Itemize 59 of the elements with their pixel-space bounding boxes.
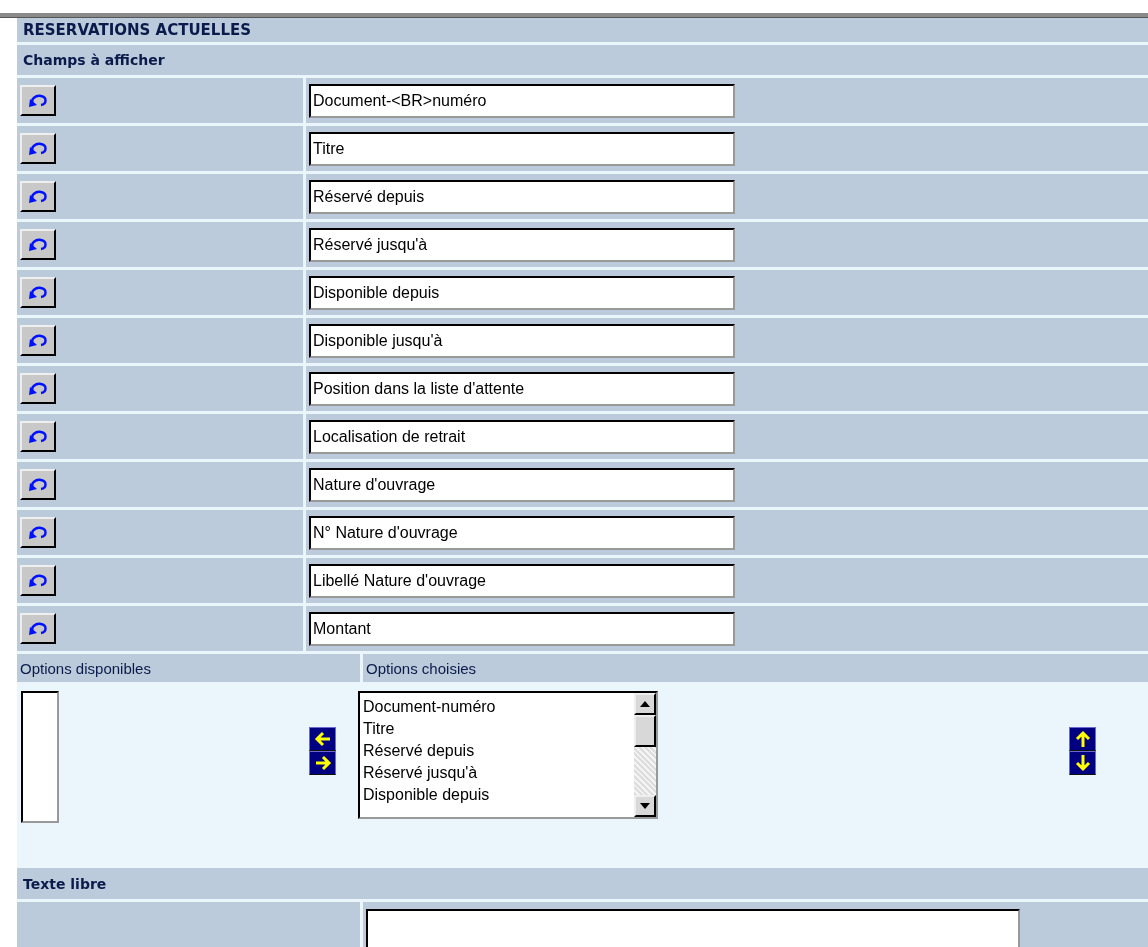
move-left-button[interactable] — [309, 727, 336, 751]
undo-icon — [27, 140, 49, 157]
input-field[interactable]: Nature d'ouvrage — [309, 467, 735, 502]
undo-button[interactable] — [20, 229, 56, 260]
undo-button[interactable] — [20, 85, 56, 116]
undo-button[interactable] — [20, 325, 56, 356]
undo-icon — [27, 332, 49, 349]
undo-icon — [27, 620, 49, 637]
section-heading: Texte libre — [17, 868, 1148, 899]
input-field[interactable]: Réservé depuis — [309, 179, 735, 214]
arrow-left-icon — [313, 730, 332, 748]
input-field[interactable]: Document-<BR>numéro — [309, 83, 735, 118]
undo-icon — [27, 476, 49, 493]
undo-icon — [27, 236, 49, 253]
undo-icon — [27, 572, 49, 589]
move-up-button[interactable] — [1069, 727, 1096, 751]
section-heading: Champs à afficher — [17, 45, 1148, 75]
column-label: Options disponibles — [17, 654, 360, 682]
undo-button[interactable] — [20, 517, 56, 548]
scroll-up-icon — [640, 701, 650, 707]
arrow-right-icon — [313, 754, 332, 772]
list-option[interactable]: Réservé depuis — [363, 740, 631, 762]
input-field[interactable]: Montant — [309, 611, 735, 646]
list-option[interactable]: Disponible depuis — [363, 784, 631, 806]
list-option[interactable]: Titre — [363, 718, 631, 740]
input-field[interactable]: Libellé Nature d'ouvrage — [309, 563, 735, 598]
arrow-up-icon — [1073, 730, 1092, 748]
list-option[interactable]: Réservé jusqu'à — [363, 762, 631, 784]
input-field[interactable]: N° Nature d'ouvrage — [309, 515, 735, 550]
undo-icon — [27, 524, 49, 541]
undo-icon — [27, 428, 49, 445]
scroll-down-icon — [640, 803, 650, 809]
input-field[interactable]: Disponible jusqu'à — [309, 323, 735, 358]
undo-icon — [27, 188, 49, 205]
arrow-down-icon — [1073, 754, 1092, 772]
undo-button[interactable] — [20, 373, 56, 404]
input-field[interactable]: Disponible depuis — [309, 275, 735, 310]
scrollbar[interactable] — [634, 693, 656, 817]
list-option[interactable]: Document-numéro — [363, 696, 631, 718]
page-title: RESERVATIONS ACTUELLES — [17, 18, 1148, 42]
available-options-list[interactable] — [21, 691, 59, 823]
undo-button[interactable] — [20, 277, 56, 308]
column-label: Options choisies — [363, 654, 1148, 682]
undo-icon — [27, 284, 49, 301]
input-field[interactable]: Titre — [309, 131, 735, 166]
undo-icon — [27, 380, 49, 397]
move-down-button[interactable] — [1069, 751, 1096, 775]
undo-button[interactable] — [20, 181, 56, 212]
chosen-options-list[interactable]: Document-numéro Titre Réservé depuis Réservé jusqu'à Disponible depuis — [358, 691, 658, 819]
undo-button[interactable] — [20, 469, 56, 500]
undo-button[interactable] — [20, 613, 56, 644]
undo-button[interactable] — [20, 565, 56, 596]
undo-button[interactable] — [20, 421, 56, 452]
undo-icon — [27, 92, 49, 109]
input-field[interactable]: Position dans la liste d'attente — [309, 371, 735, 406]
move-right-button[interactable] — [309, 751, 336, 775]
input-field[interactable]: Localisation de retrait — [309, 419, 735, 454]
undo-button[interactable] — [20, 133, 56, 164]
input-field[interactable]: Réservé jusqu'à — [309, 227, 735, 262]
